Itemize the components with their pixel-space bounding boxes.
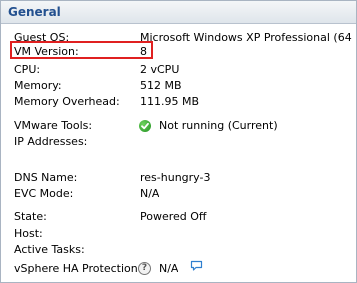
- guest-os-label: Guest OS:: [14, 31, 70, 44]
- state-label: State:: [14, 210, 47, 223]
- evc-mode-value: N/A: [140, 187, 160, 200]
- vm-version-value: 8: [140, 45, 147, 58]
- panel-title: General: [8, 5, 61, 19]
- guest-os-value: Microsoft Windows XP Professional (64-b.…: [140, 31, 352, 44]
- state-value: Powered Off: [140, 210, 207, 223]
- memory-label: Memory:: [14, 79, 62, 92]
- general-panel: General Guest OS: Microsoft Windows XP P…: [0, 0, 357, 283]
- comment-icon[interactable]: [190, 260, 203, 275]
- vsphere-ha-value: N/A: [159, 262, 179, 275]
- dns-name-label: DNS Name:: [14, 171, 78, 184]
- help-icon[interactable]: ?: [138, 262, 151, 275]
- vmware-tools-value: Not running (Current): [159, 119, 278, 132]
- ip-addresses-label: IP Addresses:: [14, 135, 88, 148]
- dns-name-value: res-hungry-3: [140, 171, 211, 184]
- cpu-value: 2 vCPU: [140, 63, 180, 76]
- memory-overhead-label: Memory Overhead:: [14, 95, 120, 108]
- memory-value: 512 MB: [140, 79, 182, 92]
- vsphere-ha-label: vSphere HA Protection:: [14, 262, 142, 275]
- cpu-label: CPU:: [14, 63, 41, 76]
- panel-header: General: [1, 1, 356, 24]
- evc-mode-label: EVC Mode:: [14, 187, 74, 200]
- host-label: Host:: [14, 227, 43, 240]
- vmware-tools-label: VMware Tools:: [14, 119, 93, 132]
- green-check-icon: [139, 120, 151, 132]
- vm-version-label: VM Version:: [14, 45, 79, 58]
- memory-overhead-value: 111.95 MB: [140, 95, 200, 108]
- active-tasks-label: Active Tasks:: [14, 243, 85, 256]
